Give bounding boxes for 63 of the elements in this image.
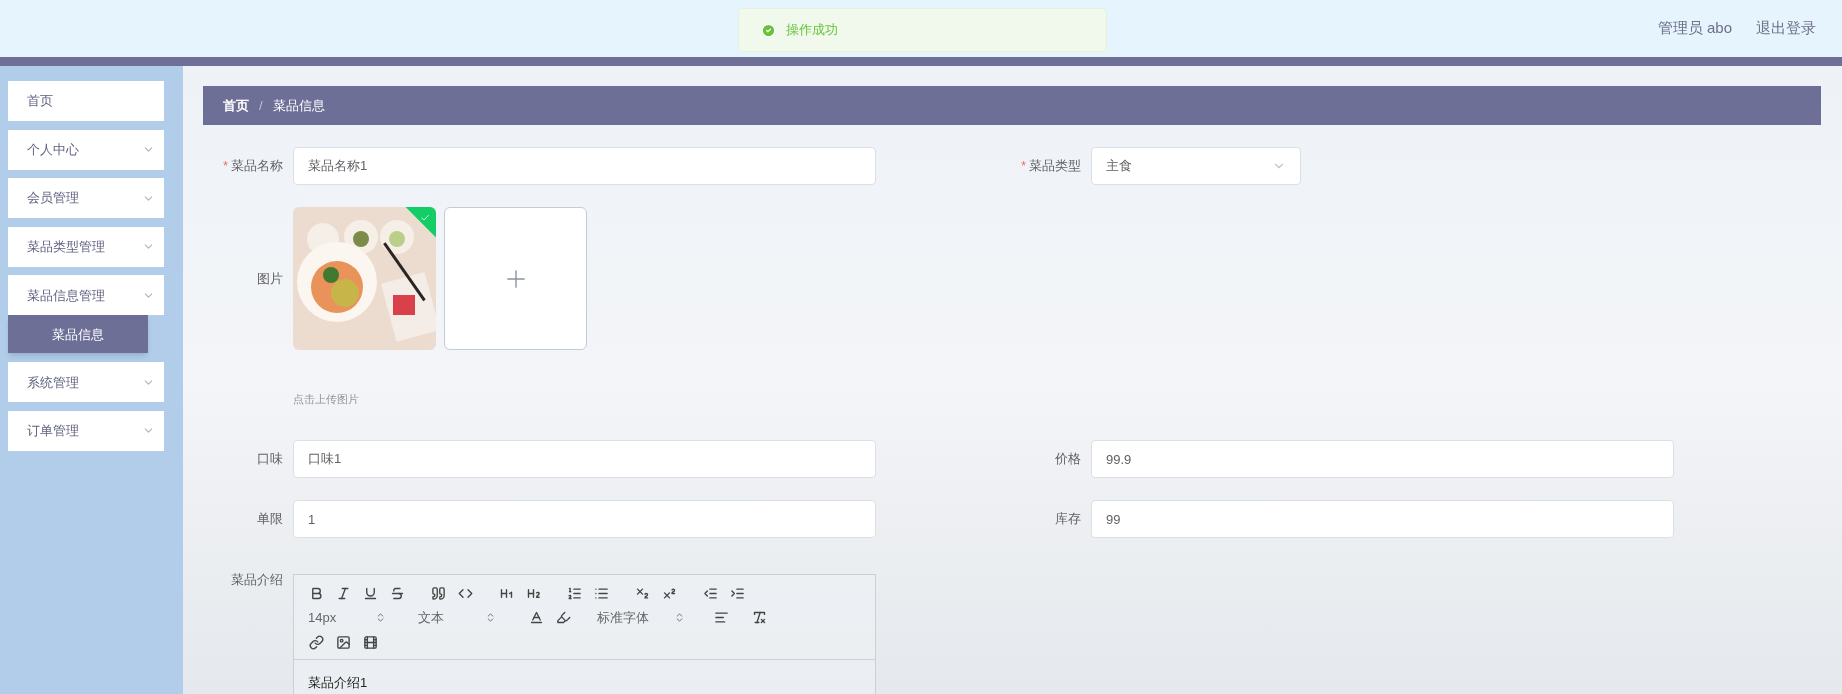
outdent-icon[interactable] — [702, 585, 718, 601]
toolbar-select[interactable]: 标准字体 — [597, 608, 689, 628]
underline-icon[interactable] — [362, 585, 378, 601]
updown-caret-icon — [674, 612, 685, 624]
sidebar-item[interactable]: 菜品类型管理 — [8, 226, 164, 267]
sidebar-label: 菜品信息管理 — [27, 286, 105, 305]
sidebar-item[interactable]: 菜品信息管理 — [8, 275, 164, 316]
sidebar-label: 会员管理 — [27, 189, 79, 208]
superscript-icon[interactable] — [661, 585, 677, 601]
toolbar-select[interactable]: 14px — [308, 608, 390, 628]
breadcrumb-item[interactable]: 首页 — [223, 95, 249, 116]
font-color-icon[interactable] — [528, 609, 544, 626]
toast-message: 操作成功 — [786, 21, 838, 40]
field-label: 菜品类型 — [1029, 157, 1081, 176]
success-icon — [761, 22, 776, 38]
sidebar-item[interactable]: 个人中心 — [8, 129, 164, 170]
italic-icon[interactable] — [335, 585, 351, 601]
sidebar-label: 订单管理 — [27, 422, 79, 441]
quote-icon[interactable] — [430, 585, 446, 601]
required-mark: * — [1020, 157, 1026, 176]
bullet-list-icon[interactable] — [593, 585, 609, 601]
subscript-icon[interactable] — [634, 585, 650, 601]
text-field[interactable]: 菜品名称1 — [293, 147, 876, 185]
field-label: 库存 — [1055, 510, 1081, 529]
updown-caret-icon — [375, 612, 386, 624]
field-label: 价格 — [1055, 450, 1081, 469]
align-left-icon[interactable] — [713, 609, 729, 626]
field-label: 口味 — [257, 450, 283, 469]
strikethrough-icon[interactable] — [389, 585, 405, 601]
indent-icon[interactable] — [729, 585, 745, 601]
field-label: 单限 — [257, 510, 283, 529]
sidebar-item[interactable]: 首页 — [8, 81, 164, 121]
upload-hint: 点击上传图片 — [293, 393, 359, 405]
breadcrumb-separator: / — [259, 96, 263, 115]
logout-link[interactable]: 退出登录 — [1756, 17, 1816, 40]
text-field[interactable]: 99 — [1091, 500, 1674, 538]
type-select[interactable]: 主食 — [1091, 147, 1301, 185]
text-field[interactable]: 99.9 — [1091, 440, 1674, 478]
required-mark: * — [222, 157, 228, 176]
sidebar-label: 首页 — [27, 92, 53, 111]
updown-caret-icon — [485, 612, 496, 624]
breadcrumb-item: 菜品信息 — [272, 96, 325, 115]
user-name: 管理员 abo — [1657, 18, 1732, 39]
video-icon[interactable] — [362, 634, 378, 651]
sidebar-label: 个人中心 — [27, 140, 79, 159]
sidebar-item[interactable]: 订单管理 — [8, 410, 164, 451]
highlight-icon[interactable] — [555, 609, 571, 626]
toolbar-select[interactable]: 文本 — [418, 608, 500, 628]
editor-content[interactable]: 菜品介绍1 — [308, 674, 368, 690]
sidebar-label: 菜品类型管理 — [27, 238, 105, 257]
sidebar-item[interactable]: 会员管理 — [8, 178, 164, 219]
submenu-item[interactable]: 菜品信息 — [8, 315, 148, 354]
clear-format-icon[interactable] — [751, 609, 767, 626]
sidebar-label: 系统管理 — [27, 373, 79, 392]
text-field[interactable]: 口味1 — [293, 440, 876, 478]
sidebar-item[interactable]: 系统管理 — [8, 362, 164, 403]
numbered-list-icon[interactable] — [566, 585, 582, 601]
field-label: 菜品介绍 — [231, 571, 283, 589]
text-field[interactable]: 1 — [293, 500, 876, 538]
field-label: 菜品名称 — [231, 157, 283, 176]
field-label: 图片 — [257, 269, 283, 288]
link-icon[interactable] — [308, 634, 324, 651]
image-icon[interactable] — [335, 634, 351, 651]
